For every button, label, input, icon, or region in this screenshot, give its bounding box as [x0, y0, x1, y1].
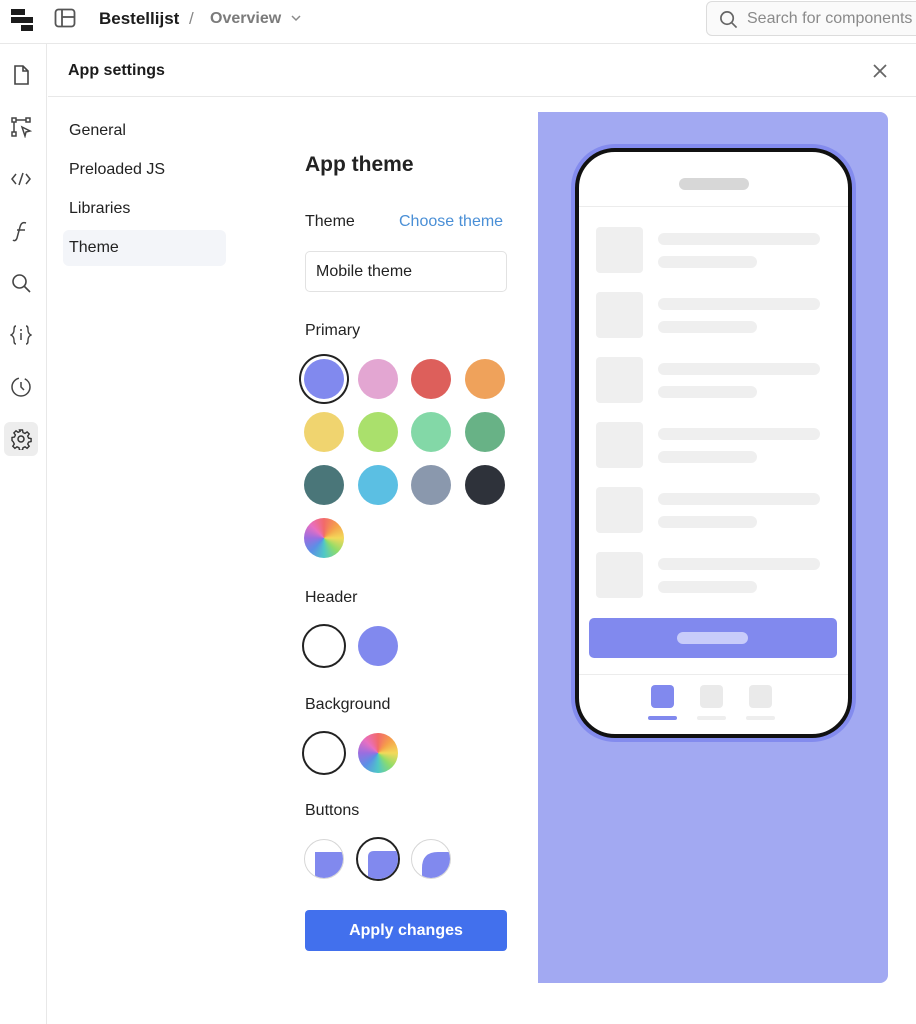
- function-icon: [12, 221, 27, 242]
- rail-code-button[interactable]: [4, 162, 38, 196]
- primary-color-swatch[interactable]: [411, 359, 451, 399]
- variables-icon: [10, 325, 32, 345]
- breadcrumb-app[interactable]: Bestellijst: [99, 9, 179, 29]
- settings-nav-theme[interactable]: Theme: [63, 230, 226, 266]
- button-shape-square[interactable]: [304, 839, 344, 879]
- phone-row-line: [658, 493, 820, 505]
- primary-label: Primary: [305, 322, 361, 339]
- primary-color-swatch[interactable]: [304, 465, 344, 505]
- rail-workflow-button[interactable]: [4, 110, 38, 144]
- search-input[interactable]: [747, 9, 916, 29]
- workflow-icon: [11, 117, 32, 138]
- phone-tab-indicator: [746, 716, 775, 720]
- rail-settings-button[interactable]: [4, 422, 38, 456]
- phone-row-line: [658, 256, 757, 268]
- search-icon: [720, 11, 738, 29]
- settings-header: App settings: [48, 45, 916, 97]
- gear-icon: [11, 429, 32, 450]
- phone-row-thumbnail: [596, 487, 643, 533]
- phone-row-line: [658, 386, 757, 398]
- left-rail: [0, 44, 47, 1024]
- header-option-white[interactable]: [302, 624, 346, 668]
- primary-color-swatch[interactable]: [304, 518, 344, 558]
- phone-tab-indicator: [648, 716, 677, 720]
- phone-header-divider: [579, 206, 848, 207]
- primary-color-swatch[interactable]: [464, 359, 505, 399]
- rail-variables-button[interactable]: [4, 318, 38, 352]
- primary-color-swatch[interactable]: [464, 465, 505, 505]
- phone-tab: [700, 685, 723, 708]
- background-option-white[interactable]: [302, 731, 346, 775]
- primary-color-swatch[interactable]: [411, 412, 451, 452]
- breadcrumb-separator: /: [189, 9, 194, 28]
- phone-row-thumbnail: [596, 227, 643, 273]
- primary-color-swatch[interactable]: [464, 412, 505, 452]
- settings-nav-preloaded-js[interactable]: Preloaded JS: [63, 152, 226, 188]
- primary-color-swatch[interactable]: [411, 465, 451, 505]
- current-theme-field[interactable]: Mobile theme: [305, 251, 507, 292]
- rail-history-button[interactable]: [4, 370, 38, 404]
- phone-row-thumbnail: [596, 422, 643, 468]
- history-icon: [11, 377, 31, 397]
- page-icon: [14, 65, 29, 85]
- sidebar-toggle-icon[interactable]: [54, 8, 76, 28]
- apply-changes-button[interactable]: Apply changes: [305, 910, 507, 951]
- buttons-label: Buttons: [305, 802, 360, 819]
- phone-row-line: [658, 233, 820, 245]
- phone-row-line: [658, 298, 820, 310]
- breadcrumb-page[interactable]: Overview: [210, 10, 281, 28]
- rounded-shape-icon: [368, 851, 398, 879]
- phone-row-thumbnail: [596, 292, 643, 338]
- code-icon: [11, 172, 31, 186]
- phone-notch: [679, 178, 749, 190]
- component-search[interactable]: [706, 1, 916, 36]
- primary-color-swatch[interactable]: [357, 359, 398, 399]
- primary-color-swatch[interactable]: [304, 359, 344, 399]
- settings-nav-libraries[interactable]: Libraries: [63, 191, 226, 227]
- phone-tab: [749, 685, 772, 708]
- phone-mockup: [575, 148, 852, 738]
- pill-shape-icon: [422, 852, 450, 878]
- button-shape-rounded[interactable]: [356, 837, 400, 881]
- logo-icon[interactable]: [10, 6, 36, 32]
- phone-preview-button: [589, 618, 837, 658]
- header-label: Header: [305, 589, 358, 606]
- primary-color-swatch[interactable]: [357, 412, 398, 452]
- phone-row-line: [658, 321, 757, 333]
- phone-tab-active: [651, 685, 674, 708]
- background-label: Background: [305, 696, 391, 713]
- phone-row-line: [658, 451, 757, 463]
- settings-nav-general[interactable]: General: [63, 113, 226, 149]
- square-shape-icon: [315, 852, 343, 878]
- theme-label: Theme: [305, 213, 355, 230]
- top-bar: Bestellijst / Overview: [0, 0, 916, 44]
- rail-page-button[interactable]: [4, 58, 38, 92]
- button-shape-pill[interactable]: [411, 839, 451, 879]
- rail-function-button[interactable]: [4, 214, 38, 248]
- phone-row-line: [658, 558, 820, 570]
- primary-color-swatch[interactable]: [357, 465, 398, 505]
- primary-color-swatch[interactable]: [304, 412, 344, 452]
- close-icon[interactable]: [870, 61, 890, 81]
- app-theme-heading: App theme: [305, 153, 414, 176]
- phone-row-thumbnail: [596, 357, 643, 403]
- settings-title: App settings: [68, 62, 165, 79]
- phone-row-thumbnail: [596, 552, 643, 598]
- phone-tabbar-divider: [579, 674, 848, 675]
- phone-row-line: [658, 363, 820, 375]
- phone-button-label-placeholder: [677, 632, 748, 644]
- header-option-primary[interactable]: [358, 626, 398, 666]
- phone-row-line: [658, 516, 757, 528]
- phone-tab-indicator: [697, 716, 726, 720]
- choose-theme-link[interactable]: Choose theme: [399, 213, 503, 231]
- phone-row-line: [658, 581, 757, 593]
- search-icon: [12, 274, 31, 293]
- rail-search-button[interactable]: [4, 266, 38, 300]
- background-option-rainbow[interactable]: [358, 733, 398, 773]
- phone-row-line: [658, 428, 820, 440]
- chevron-down-icon[interactable]: [290, 13, 302, 23]
